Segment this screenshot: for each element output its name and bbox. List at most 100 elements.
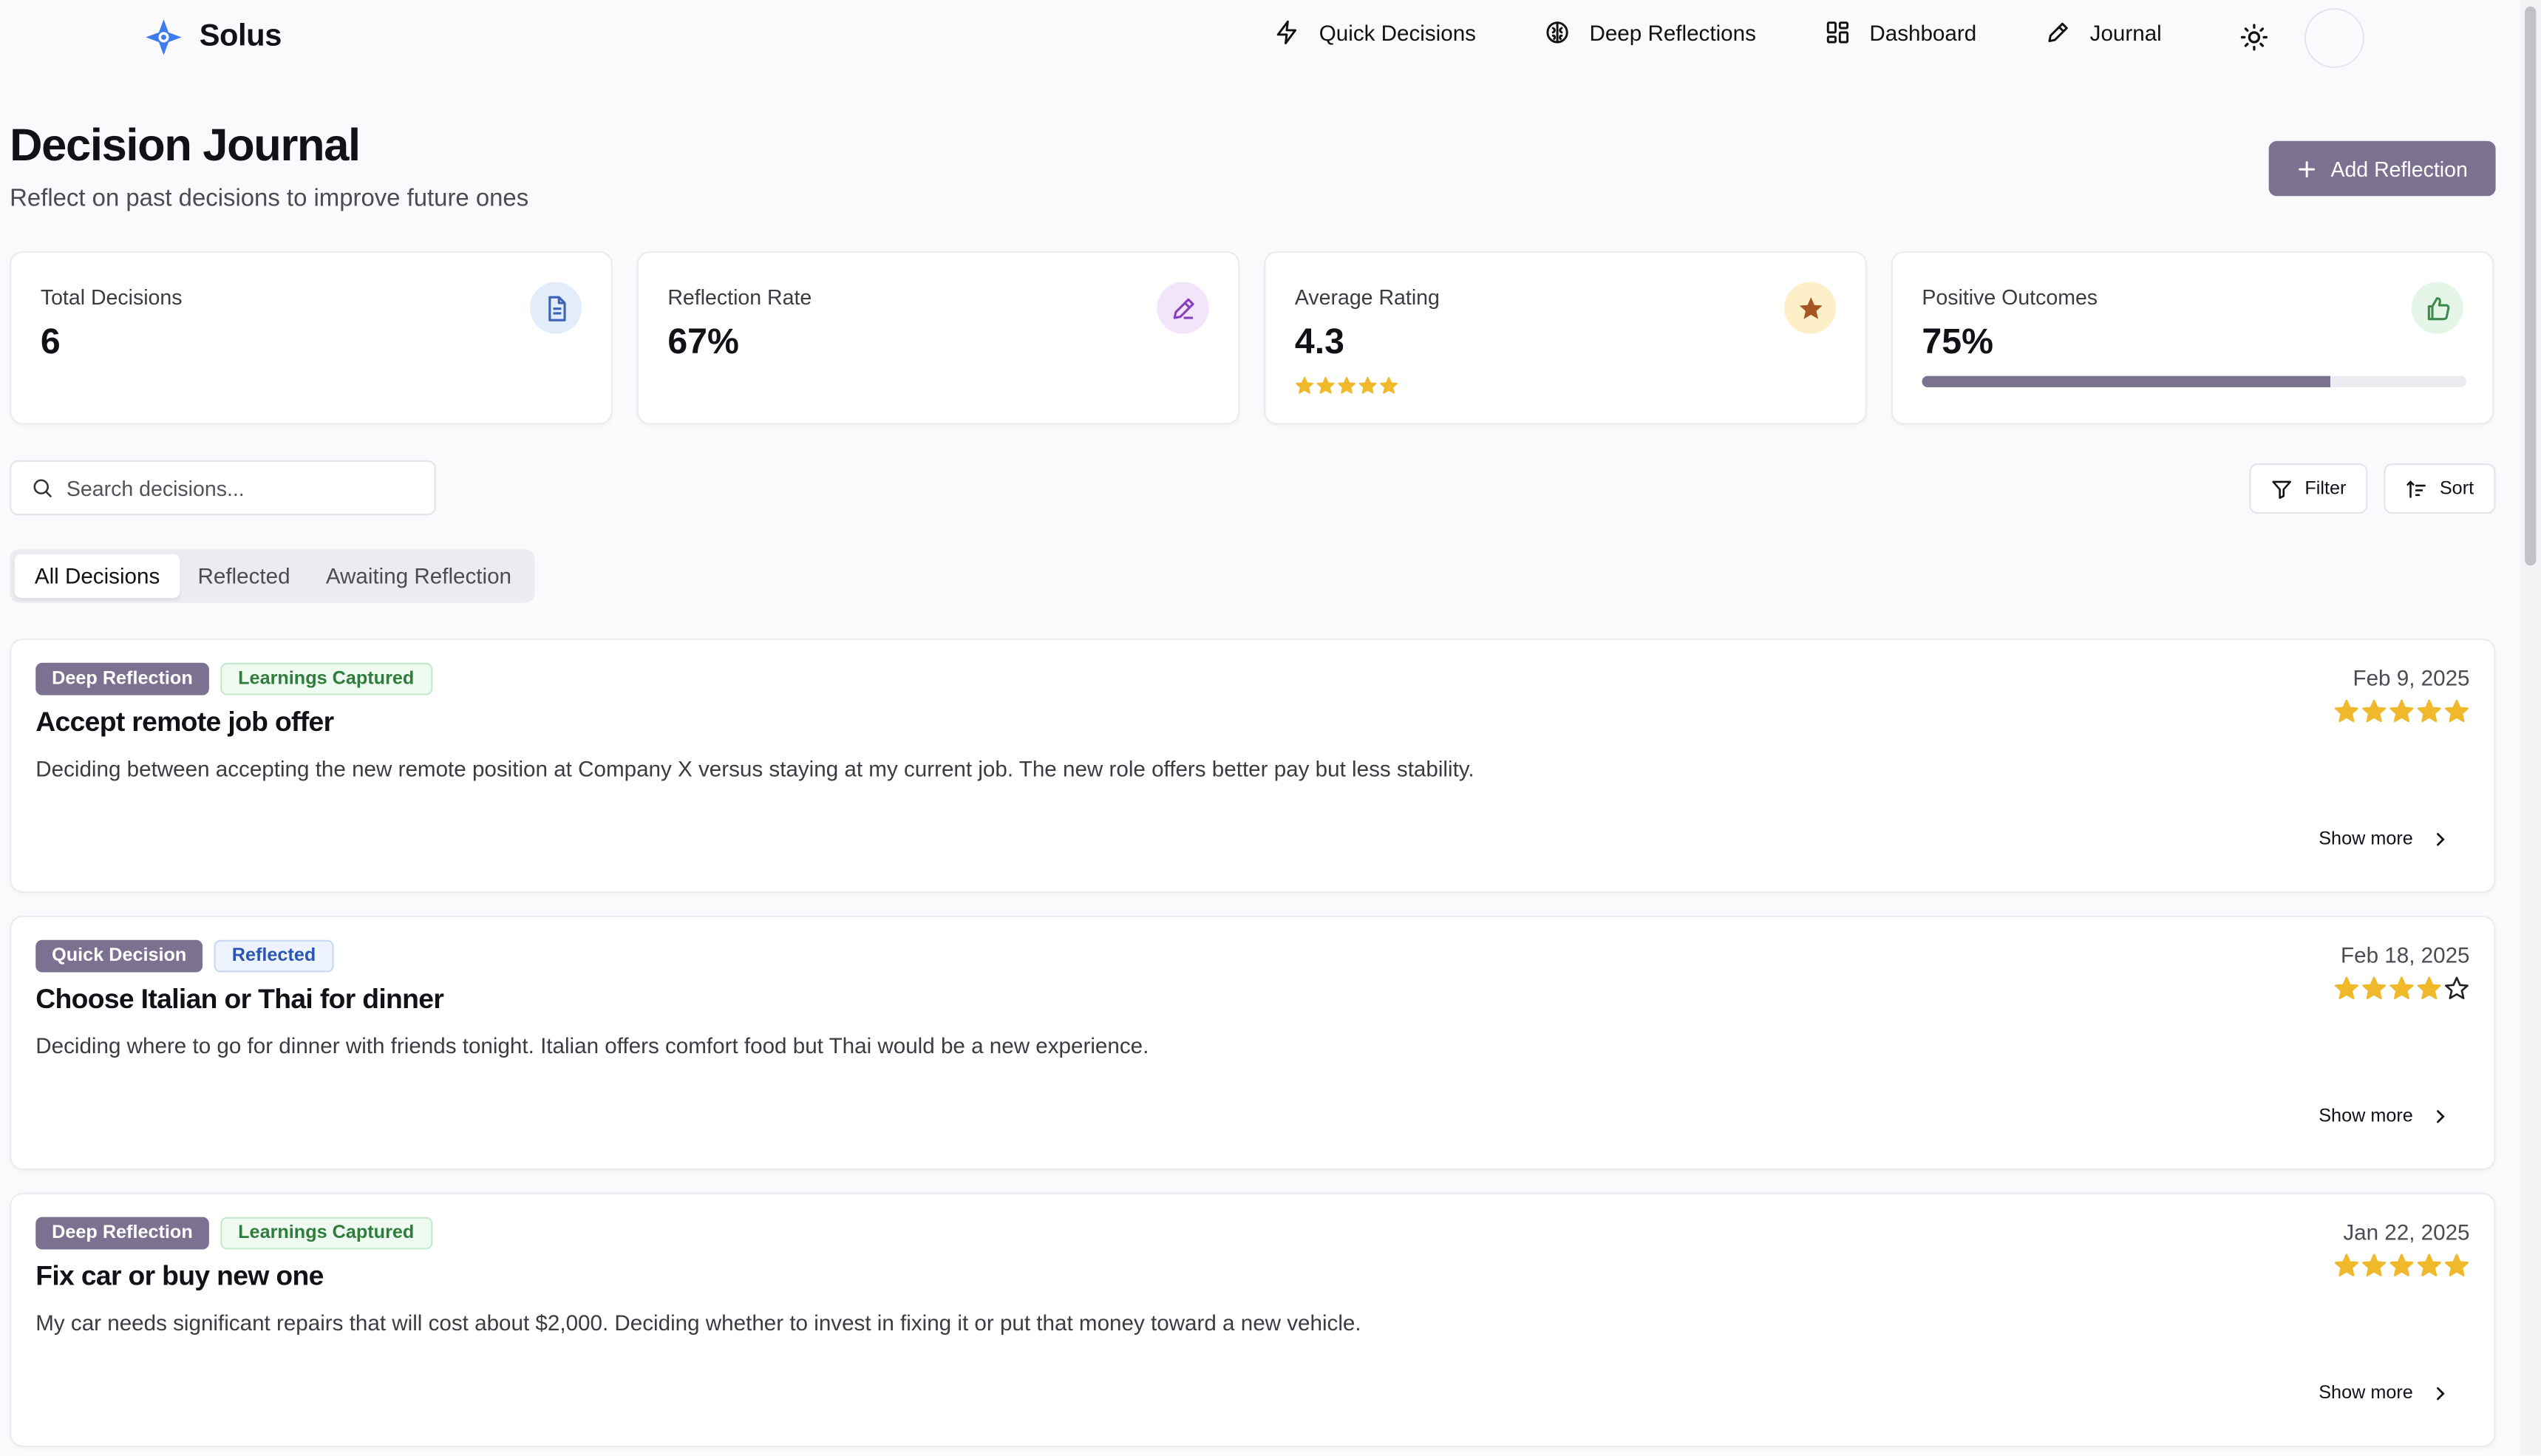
- stat-card-total-decisions: Total Decisions 6: [10, 251, 613, 425]
- chevron-right-icon: [2437, 833, 2445, 846]
- star-filled-icon: [2445, 699, 2469, 723]
- filter-button[interactable]: Filter: [2249, 463, 2368, 514]
- sort-button[interactable]: Sort: [2384, 463, 2496, 514]
- star-filled-icon: [2334, 1253, 2358, 1276]
- star-filled-icon: [2445, 1253, 2469, 1276]
- decision-description: Deciding where to go for dinner with fri…: [35, 1033, 1149, 1058]
- search-icon: [33, 479, 52, 497]
- nav-quick-decisions[interactable]: Quick Decisions: [1273, 19, 1476, 45]
- filter-label: Filter: [2304, 478, 2347, 499]
- plus-icon: [2299, 160, 2316, 177]
- show-more-button[interactable]: Show more: [2319, 1384, 2449, 1404]
- star-empty-icon: [2445, 976, 2469, 999]
- star-filled-icon: [1380, 376, 1398, 394]
- scrollbar[interactable]: [2520, 0, 2541, 1455]
- search-input[interactable]: [66, 475, 391, 500]
- grid-icon: [1826, 21, 1848, 44]
- stat-value: 6: [40, 321, 61, 361]
- stat-card-average-rating: Average Rating 4.3: [1264, 251, 1867, 425]
- star-filled-icon: [2417, 699, 2441, 723]
- bolt-icon: [1276, 20, 1297, 44]
- star-filled-icon: [2389, 1253, 2414, 1276]
- decision-date: Feb 9, 2025: [2353, 666, 2470, 691]
- show-more-label: Show more: [2319, 829, 2413, 849]
- type-badge: Deep Reflection: [35, 1217, 209, 1250]
- nav-journal[interactable]: Journal: [2044, 19, 2162, 45]
- show-more-button[interactable]: Show more: [2319, 830, 2449, 849]
- decision-tabs: All Decisions Reflected Awaiting Reflect…: [10, 549, 535, 603]
- rating-stars: [2333, 976, 2469, 1001]
- stat-value: 4.3: [1294, 321, 1344, 361]
- sort-label: Sort: [2439, 478, 2474, 499]
- page-title: Decision Journal: [10, 120, 361, 171]
- decision-description: Deciding between accepting the new remot…: [35, 756, 1474, 781]
- nav-label: Deep Reflections: [1589, 20, 1756, 45]
- star-filled-icon: [2362, 976, 2387, 999]
- positive-outcomes-progress: [1922, 375, 2467, 388]
- thumbs-up-icon: [2411, 282, 2463, 334]
- star-filled-icon: [1338, 376, 1356, 394]
- decision-title: Accept remote job offer: [35, 706, 334, 738]
- search-box[interactable]: [10, 460, 436, 516]
- brand[interactable]: Solus: [144, 18, 282, 57]
- star-icon: [1784, 282, 1837, 334]
- star-filled-icon: [1358, 376, 1377, 394]
- brain-icon: [1545, 21, 1568, 44]
- brand-name: Solus: [199, 19, 282, 54]
- decision-date: Feb 18, 2025: [2341, 943, 2470, 967]
- filter-icon: [2272, 480, 2292, 498]
- star-filled-icon: [2362, 699, 2387, 723]
- tab-reflected[interactable]: Reflected: [180, 554, 307, 598]
- stat-label: Total Decisions: [40, 285, 183, 310]
- decision-date: Jan 22, 2025: [2343, 1220, 2470, 1245]
- stat-label: Positive Outcomes: [1922, 285, 2098, 310]
- pen-icon: [2047, 22, 2067, 43]
- decision-card[interactable]: Deep Reflection Learnings Captured Accep…: [10, 638, 2496, 894]
- nav-deep-reflections[interactable]: Deep Reflections: [1544, 19, 1756, 45]
- tab-all-decisions[interactable]: All Decisions: [14, 554, 180, 599]
- show-more-label: Show more: [2319, 1384, 2413, 1404]
- decision-card[interactable]: Deep Reflection Learnings Captured Fix c…: [10, 1192, 2496, 1447]
- status-badge: Learnings Captured: [220, 662, 432, 695]
- show-more-button[interactable]: Show more: [2319, 1107, 2449, 1126]
- stat-value: 75%: [1922, 321, 1994, 361]
- sun-icon[interactable]: [2239, 23, 2268, 52]
- stat-card-reflection-rate: Reflection Rate 67%: [636, 251, 1240, 425]
- type-badge: Deep Reflection: [35, 662, 209, 695]
- star-filled-icon: [2389, 699, 2414, 723]
- status-badge: Learnings Captured: [220, 1217, 432, 1250]
- stat-card-positive-outcomes: Positive Outcomes 75%: [1891, 251, 2494, 425]
- avatar[interactable]: [2304, 7, 2365, 69]
- decision-description: My car needs significant repairs that wi…: [35, 1310, 1361, 1336]
- decision-card[interactable]: Quick Decision Reflected Choose Italian …: [10, 915, 2496, 1171]
- document-icon: [529, 282, 582, 334]
- star-filled-icon: [1316, 376, 1335, 394]
- star-filled-icon: [2417, 976, 2441, 999]
- nav-dashboard[interactable]: Dashboard: [1824, 19, 1976, 45]
- decision-title: Fix car or buy new one: [35, 1260, 324, 1292]
- decision-title: Choose Italian or Thai for dinner: [35, 983, 444, 1015]
- badge-group: Deep Reflection Learnings Captured: [35, 662, 432, 695]
- pen-icon: [1157, 282, 1209, 334]
- badge-group: Quick Decision Reflected: [35, 939, 334, 973]
- compass-logo-icon: [146, 19, 182, 55]
- sort-icon: [2407, 480, 2426, 497]
- rating-stars: [2333, 698, 2469, 724]
- progress-fill: [1922, 375, 2330, 388]
- star-filled-icon: [2334, 699, 2358, 723]
- type-badge: Quick Decision: [35, 939, 203, 973]
- scrollbar-thumb[interactable]: [2525, 6, 2537, 566]
- stat-label: Average Rating: [1294, 285, 1440, 310]
- add-reflection-label: Add Reflection: [2330, 156, 2468, 181]
- app-root: Solus Quick Decisions Deep Reflections D…: [0, 0, 2541, 1455]
- add-reflection-button[interactable]: Add Reflection: [2268, 140, 2496, 197]
- badge-group: Deep Reflection Learnings Captured: [35, 1217, 432, 1250]
- stat-value: 67%: [667, 321, 739, 361]
- star-filled-icon: [1296, 376, 1313, 394]
- star-filled-icon: [2389, 976, 2414, 999]
- star-filled-icon: [2334, 976, 2358, 999]
- status-badge: Reflected: [214, 939, 334, 973]
- tab-awaiting-reflection[interactable]: Awaiting Reflection: [308, 554, 529, 598]
- main-nav: Quick Decisions Deep Reflections Dashboa…: [1273, 19, 2162, 45]
- nav-label: Journal: [2089, 20, 2162, 45]
